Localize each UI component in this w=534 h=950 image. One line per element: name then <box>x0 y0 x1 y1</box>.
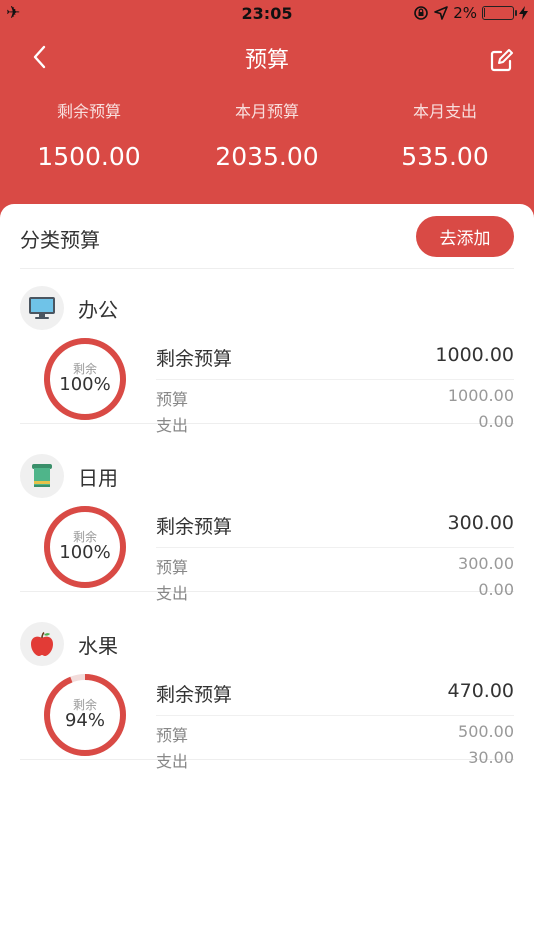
remaining-ring: 剩余 100% <box>42 336 128 422</box>
spent-row: 支出 0.00 <box>156 412 514 436</box>
battery-icon <box>482 6 517 20</box>
remaining-label: 剩余预算 <box>156 516 233 538</box>
summary-label: 剩余预算 <box>56 102 121 121</box>
add-budget-button[interactable]: 去添加 <box>416 216 514 257</box>
remaining-row: 剩余预算 470.00 <box>156 680 514 716</box>
category-item[interactable]: 水果 剩余 94% 剩余预算 470.00 预算 500.00 支出 30.00 <box>20 610 514 771</box>
category-name: 水果 <box>78 634 118 658</box>
remaining-ring: 剩余 100% <box>42 504 128 590</box>
section-title: 分类预算 <box>20 228 100 252</box>
apple-icon <box>20 622 64 666</box>
edit-icon <box>490 49 513 72</box>
summary-monthly-budget: 本月预算 2035.00 <box>178 98 356 171</box>
battery-percent: 2% <box>453 4 477 22</box>
category-item[interactable]: 办公 剩余 100% 剩余预算 1000.00 预算 1000.00 支出 0.… <box>20 274 514 435</box>
remaining-value: 300.00 <box>447 512 514 534</box>
remaining-label: 剩余预算 <box>156 684 233 706</box>
spent-label: 支出 <box>156 416 189 435</box>
summary-value: 2035.00 <box>215 142 319 171</box>
budget-row: 预算 1000.00 <box>156 386 514 410</box>
spent-row: 支出 30.00 <box>156 748 514 772</box>
ring-percent: 100% <box>59 542 111 563</box>
remaining-row: 剩余预算 1000.00 <box>156 344 514 380</box>
rotation-lock-icon <box>414 6 429 20</box>
summary-remaining: 剩余预算 1500.00 <box>0 98 178 171</box>
spent-value: 0.00 <box>478 580 514 599</box>
towel-icon <box>20 454 64 498</box>
budget-value: 500.00 <box>458 722 514 741</box>
spent-label: 支出 <box>156 584 189 603</box>
budget-label: 预算 <box>156 390 189 409</box>
budget-value: 300.00 <box>458 554 514 573</box>
status-bar: ✈ 23:05 2% <box>0 0 534 28</box>
spent-value: 30.00 <box>468 748 514 767</box>
summary-label: 本月预算 <box>234 102 299 121</box>
remaining-row: 剩余预算 300.00 <box>156 512 514 548</box>
summary-monthly-spending: 本月支出 535.00 <box>356 98 534 171</box>
header: ✈ 23:05 2% 预算 剩余预算 1500.00 本月预算 2035.00 … <box>0 0 534 220</box>
budget-label: 预算 <box>156 558 189 577</box>
budget-value: 1000.00 <box>447 386 514 405</box>
ring-percent: 94% <box>64 710 105 731</box>
category-item[interactable]: 日用 剩余 100% 剩余预算 300.00 预算 300.00 支出 0.00 <box>20 442 514 603</box>
summary-value: 535.00 <box>401 142 489 171</box>
budget-row: 预算 300.00 <box>156 554 514 578</box>
remaining-ring: 剩余 94% <box>42 672 128 758</box>
status-right: 2% <box>413 4 528 22</box>
charging-icon <box>519 6 528 20</box>
edit-button[interactable] <box>488 48 514 74</box>
budget-row: 预算 500.00 <box>156 722 514 746</box>
monitor-icon <box>20 286 64 330</box>
category-budget-card: 分类预算 去添加 办公 剩余 100% 剩余预算 1000.00 预算 1000… <box>0 204 534 950</box>
budget-summary: 剩余预算 1500.00 本月预算 2035.00 本月支出 535.00 <box>0 98 534 171</box>
location-icon <box>434 6 449 20</box>
remaining-value: 470.00 <box>447 680 514 702</box>
category-name: 日用 <box>78 466 118 490</box>
remaining-label: 剩余预算 <box>156 348 233 370</box>
spent-value: 0.00 <box>478 412 514 431</box>
spent-label: 支出 <box>156 752 189 771</box>
summary-value: 1500.00 <box>37 142 141 171</box>
ring-percent: 100% <box>59 374 111 395</box>
remaining-value: 1000.00 <box>435 344 514 366</box>
category-name: 办公 <box>78 298 118 322</box>
summary-label: 本月支出 <box>412 102 477 121</box>
budget-label: 预算 <box>156 726 189 745</box>
page-title: 预算 <box>244 48 289 73</box>
section-header: 分类预算 去添加 <box>20 204 514 269</box>
spent-row: 支出 0.00 <box>156 580 514 604</box>
